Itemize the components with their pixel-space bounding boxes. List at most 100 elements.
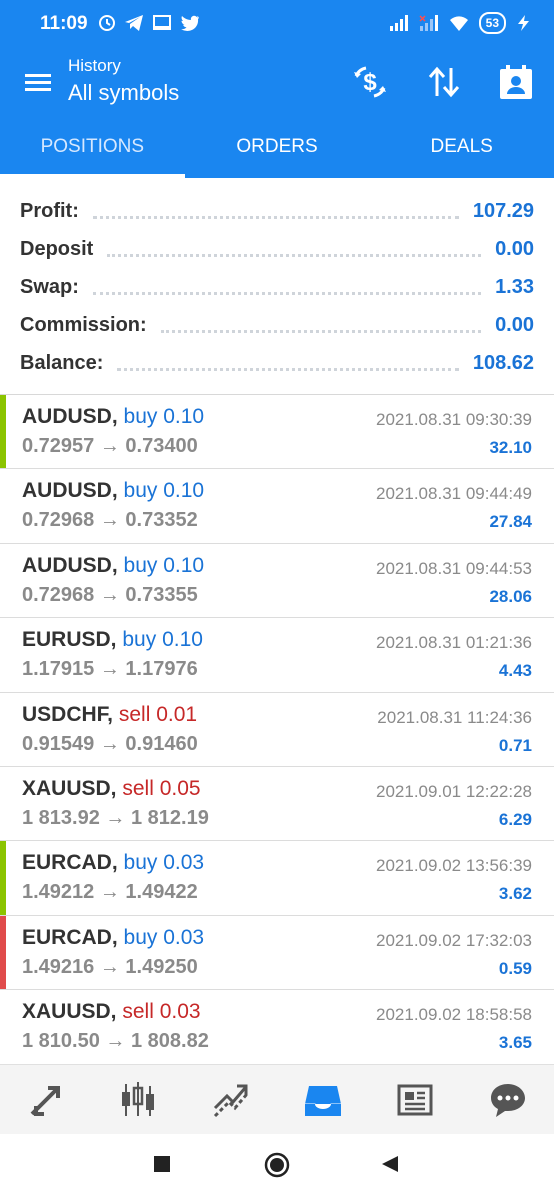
nav-trade[interactable] bbox=[185, 1065, 277, 1134]
deal-profit: 0.71 bbox=[498, 735, 532, 755]
nav-news[interactable] bbox=[369, 1065, 461, 1134]
deal-type: buy bbox=[122, 628, 157, 652]
recents-button-icon[interactable] bbox=[152, 1154, 172, 1174]
sort-icon[interactable] bbox=[424, 62, 464, 102]
deal-open-price: 1.49216 bbox=[22, 955, 95, 978]
deal-row[interactable]: EURCAD, buy 0.03 1.49212 → 1.49422 2021.… bbox=[0, 841, 554, 916]
deal-header: XAUUSD, sell 0.05 bbox=[22, 777, 201, 801]
deal-symbol: EURCAD, bbox=[22, 925, 118, 949]
deal-symbol: EURUSD, bbox=[22, 628, 117, 652]
summary-row-commission: Commission: 0.00 bbox=[0, 306, 554, 344]
menu-icon[interactable] bbox=[22, 66, 56, 100]
summary-label: Balance: bbox=[20, 351, 104, 374]
deal-marker bbox=[0, 469, 6, 542]
deal-close-price: 1.49250 bbox=[125, 955, 198, 978]
deal-row[interactable]: XAUUSD, sell 0.05 1 813.92 → 1 812.19 20… bbox=[0, 767, 554, 842]
nav-quotes[interactable] bbox=[0, 1065, 92, 1134]
summary-label: Deposit bbox=[20, 237, 94, 260]
summary-value: 0.00 bbox=[495, 237, 534, 260]
back-button-icon[interactable] bbox=[380, 1154, 400, 1174]
deal-row[interactable]: USDCHF, sell 0.01 0.91549 → 0.91460 2021… bbox=[0, 693, 554, 767]
deal-profit: 3.65 bbox=[498, 1033, 532, 1053]
deal-symbol: AUDUSD, bbox=[22, 553, 118, 577]
home-button-icon[interactable] bbox=[264, 1152, 290, 1178]
arrow-icon: → bbox=[105, 1030, 126, 1053]
deal-symbol: XAUUSD, bbox=[22, 776, 117, 800]
nav-messages[interactable] bbox=[462, 1065, 554, 1134]
deal-prices: 1 813.92 → 1 812.19 bbox=[22, 807, 209, 830]
tab-deals[interactable]: DEALS bbox=[369, 118, 554, 178]
deal-profit: 32.10 bbox=[489, 438, 532, 457]
deal-volume: 0.10 bbox=[163, 479, 205, 503]
deal-type: buy bbox=[123, 925, 158, 949]
summary-value: 1.33 bbox=[495, 275, 534, 298]
tab-orders[interactable]: ORDERS bbox=[185, 118, 370, 178]
deal-profit: 0.59 bbox=[498, 958, 532, 978]
calendar-icon[interactable] bbox=[496, 62, 536, 102]
arrow-icon: → bbox=[99, 583, 120, 606]
deal-header: USDCHF, sell 0.01 bbox=[22, 703, 197, 727]
deal-type: sell bbox=[118, 702, 151, 726]
deal-prices: 0.91549 → 0.91460 bbox=[22, 733, 198, 756]
deal-profit: 27.84 bbox=[489, 512, 532, 532]
summary-row-deposit: Deposit 0.00 bbox=[0, 230, 554, 268]
deal-row[interactable]: EURUSD, buy 0.10 1.17915 → 1.17976 2021.… bbox=[0, 618, 554, 693]
deal-prices: 0.72968 → 0.73355 bbox=[22, 584, 198, 607]
charging-icon bbox=[518, 15, 529, 31]
deal-volume: 0.05 bbox=[159, 776, 201, 800]
deal-row[interactable]: AUDUSD, buy 0.10 0.72968 → 0.73352 2021.… bbox=[0, 469, 554, 544]
deal-profit: 4.43 bbox=[498, 661, 532, 681]
screen-title: History bbox=[68, 56, 121, 75]
deal-volume: 0.01 bbox=[156, 702, 198, 726]
deal-volume: 0.03 bbox=[159, 1000, 201, 1024]
deal-type: buy bbox=[123, 405, 158, 428]
deal-close-price: 1 812.19 bbox=[130, 806, 209, 829]
deal-profit: 6.29 bbox=[498, 809, 532, 829]
deal-row[interactable]: EURCAD, buy 0.03 1.49216 → 1.49250 2021.… bbox=[0, 915, 554, 991]
deal-close-price: 0.91460 bbox=[125, 732, 198, 755]
deal-time: 2021.08.31 09:44:49 bbox=[376, 484, 532, 504]
leader-dots bbox=[117, 363, 459, 371]
deal-symbol: AUDUSD, bbox=[22, 405, 118, 428]
deal-time: 2021.09.02 18:58:58 bbox=[376, 1005, 532, 1025]
summary-label: Profit: bbox=[20, 199, 79, 222]
deal-prices: 1.49216 → 1.49250 bbox=[22, 956, 198, 979]
quotes-icon bbox=[30, 1085, 61, 1116]
chart-candles-icon bbox=[122, 1081, 155, 1116]
nav-history[interactable] bbox=[277, 1065, 369, 1134]
news-icon bbox=[397, 1084, 433, 1115]
signal-no-sim-icon bbox=[419, 15, 438, 31]
tab-bar: POSITIONS ORDERS DEALS bbox=[0, 118, 554, 178]
signal-icon bbox=[389, 15, 408, 31]
battery-badge: 53 bbox=[478, 12, 506, 34]
deal-open-price: 1.49212 bbox=[22, 881, 95, 904]
deal-volume: 0.03 bbox=[163, 851, 205, 875]
account-summary: Profit: 107.29 Deposit 0.00 Swap: 1.33 C… bbox=[0, 192, 554, 382]
deal-marker bbox=[0, 767, 6, 840]
deal-symbol: AUDUSD, bbox=[22, 479, 118, 503]
arrow-icon: → bbox=[105, 806, 126, 829]
deal-symbol: EURCAD, bbox=[22, 851, 118, 875]
deal-symbol: XAUUSD, bbox=[22, 1000, 117, 1024]
deal-time: 2021.08.31 09:44:53 bbox=[376, 558, 532, 578]
deal-time: 2021.09.02 13:56:39 bbox=[376, 856, 532, 876]
deal-row[interactable]: XAUUSD, sell 0.03 1 810.50 → 1 808.82 20… bbox=[0, 990, 554, 1065]
telegram-icon bbox=[125, 15, 143, 31]
deal-close-price: 1 808.82 bbox=[130, 1030, 209, 1053]
currency-exchange-icon[interactable]: $ bbox=[350, 62, 390, 102]
deal-row[interactable]: AUDUSD, buy 0.10 0.72957 → 0.73400 2021.… bbox=[0, 395, 554, 470]
leader-dots bbox=[92, 287, 482, 295]
deal-open-price: 0.72968 bbox=[22, 583, 95, 606]
deal-type: buy bbox=[123, 553, 158, 577]
nav-chart[interactable] bbox=[92, 1065, 184, 1134]
tab-positions[interactable]: POSITIONS bbox=[0, 118, 185, 178]
deal-marker bbox=[0, 395, 6, 469]
deal-row[interactable]: AUDUSD, buy 0.10 0.72968 → 0.73355 2021.… bbox=[0, 544, 554, 619]
symbol-filter[interactable]: All symbols bbox=[68, 80, 179, 106]
leader-dots bbox=[92, 211, 459, 219]
deal-time: 2021.08.31 09:30:39 bbox=[376, 410, 532, 429]
status-bar: 11:09 53 bbox=[0, 0, 554, 48]
deal-volume: 0.10 bbox=[163, 553, 205, 577]
deal-prices: 0.72957 → 0.73400 bbox=[22, 435, 198, 458]
deal-open-price: 1 810.50 bbox=[22, 1030, 100, 1053]
